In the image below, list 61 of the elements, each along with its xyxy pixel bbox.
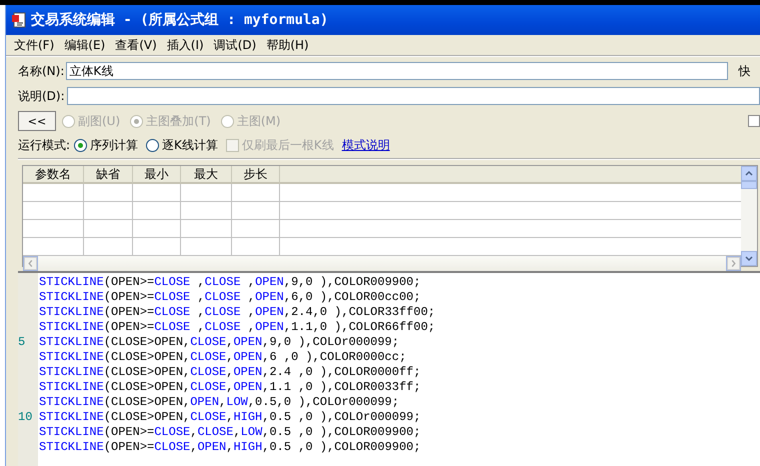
code-line: STICKLINE(CLOSE>OPEN,CLOSE,OPEN,6 ,0 ),COLOR0000cc; xyxy=(39,350,408,365)
table-cell[interactable] xyxy=(23,220,84,238)
code-line: STICKLINE(OPEN>=CLOSE ,CLOSE ,OPEN,9,0 ),COLOR009900; xyxy=(39,275,422,290)
table-cell[interactable] xyxy=(84,202,133,220)
column-header[interactable]: 缺省 xyxy=(84,166,133,184)
horizontal-scrollbar[interactable] xyxy=(23,256,741,271)
table-cell[interactable] xyxy=(232,220,280,238)
table-cell[interactable] xyxy=(133,202,181,220)
code-line: STICKLINE(CLOSE>OPEN,CLOSE,HIGH,0.5 ,0 ),COLOr000099; xyxy=(39,410,422,425)
column-header[interactable]: 步长 xyxy=(232,166,280,184)
description-field[interactable] xyxy=(66,87,760,105)
table-cell[interactable] xyxy=(181,220,232,238)
column-header[interactable]: 参数名 xyxy=(23,166,84,184)
description-label: 说明(D): xyxy=(18,88,65,104)
column-header[interactable]: 最小 xyxy=(133,166,181,184)
menu-item[interactable]: 调试(D) xyxy=(212,36,258,54)
code-line: STICKLINE(CLOSE>OPEN,CLOSE,OPEN,2.4 ,0 ),COLOR0000ff; xyxy=(39,365,422,380)
name-field[interactable]: 立体K线 xyxy=(66,62,728,80)
line-number: 5 xyxy=(18,335,26,349)
scroll-left-icon[interactable] xyxy=(23,256,38,271)
run-mode-label: 运行模式: xyxy=(18,136,70,154)
table-cell[interactable] xyxy=(133,184,181,202)
name-label: 名称(N): xyxy=(18,62,64,80)
checkbox[interactable] xyxy=(748,115,760,127)
document-icon xyxy=(11,12,27,28)
table-cell[interactable] xyxy=(232,202,280,220)
code-line: STICKLINE(OPEN>=CLOSE,CLOSE,LOW,0.5 ,0 ),COLOR009900; xyxy=(39,425,422,440)
run-mode-radio[interactable]: 序列计算 xyxy=(74,136,138,154)
scroll-thumb[interactable] xyxy=(741,181,757,189)
table-cell[interactable] xyxy=(84,220,133,238)
window-title: 交易系统编辑 - (所属公式组 : myformula) xyxy=(31,11,328,29)
code-line: STICKLINE(CLOSE>OPEN,CLOSE,OPEN,1.1 ,0 ),COLOR0033ff; xyxy=(39,380,422,395)
run-mode-radio[interactable]: 逐K线计算 xyxy=(146,136,218,154)
code-line: STICKLINE(CLOSE>OPEN,CLOSE,OPEN,9,0 ),COLOr000099; xyxy=(39,335,400,350)
table-cell[interactable] xyxy=(181,184,232,202)
vertical-scrollbar[interactable] xyxy=(741,166,757,266)
menu-item[interactable]: 文件(F) xyxy=(12,36,56,54)
code-editor[interactable] xyxy=(18,271,760,466)
table-cell[interactable] xyxy=(181,202,232,220)
scroll-up-icon[interactable] xyxy=(741,166,757,181)
menu-item[interactable]: 查看(V) xyxy=(113,36,159,54)
line-number: 10 xyxy=(18,410,32,424)
table-cell[interactable] xyxy=(232,184,280,202)
scroll-right-icon[interactable] xyxy=(726,256,741,271)
column-header[interactable]: 最大 xyxy=(181,166,232,184)
scroll-down-icon[interactable] xyxy=(741,251,757,266)
menu-item[interactable]: 插入(I) xyxy=(164,36,206,54)
table-cell[interactable] xyxy=(23,202,84,220)
code-line: STICKLINE(OPEN>=CLOSE ,CLOSE ,OPEN,2.4,0 ),COLOR33ff00; xyxy=(39,305,436,320)
menu-item[interactable]: 编辑(E) xyxy=(62,36,108,54)
table-cell[interactable] xyxy=(23,184,84,202)
code-line: STICKLINE(OPEN>=CLOSE ,CLOSE ,OPEN,1.1,0 ),COLOR66ff00; xyxy=(39,320,436,335)
code-line: STICKLINE(OPEN>=CLOSE ,CLOSE ,OPEN,6,0 ),COLOR00cc00; xyxy=(39,290,422,305)
table-cell[interactable] xyxy=(84,184,133,202)
table-cell[interactable] xyxy=(133,220,181,238)
collapse-button[interactable]: << xyxy=(18,111,56,131)
code-line: STICKLINE(OPEN>=CLOSE,OPEN,HIGH,0.5 ,0 ),COLOR009900; xyxy=(39,440,422,455)
shortcut-label: 快 xyxy=(738,62,750,80)
menu-item[interactable]: 帮助(H) xyxy=(264,36,311,54)
code-line: STICKLINE(CLOSE>OPEN,OPEN,LOW,0.5,0 ),COLOr000099; xyxy=(39,395,400,410)
mode-help-link[interactable]: 模式说明 xyxy=(342,136,390,154)
